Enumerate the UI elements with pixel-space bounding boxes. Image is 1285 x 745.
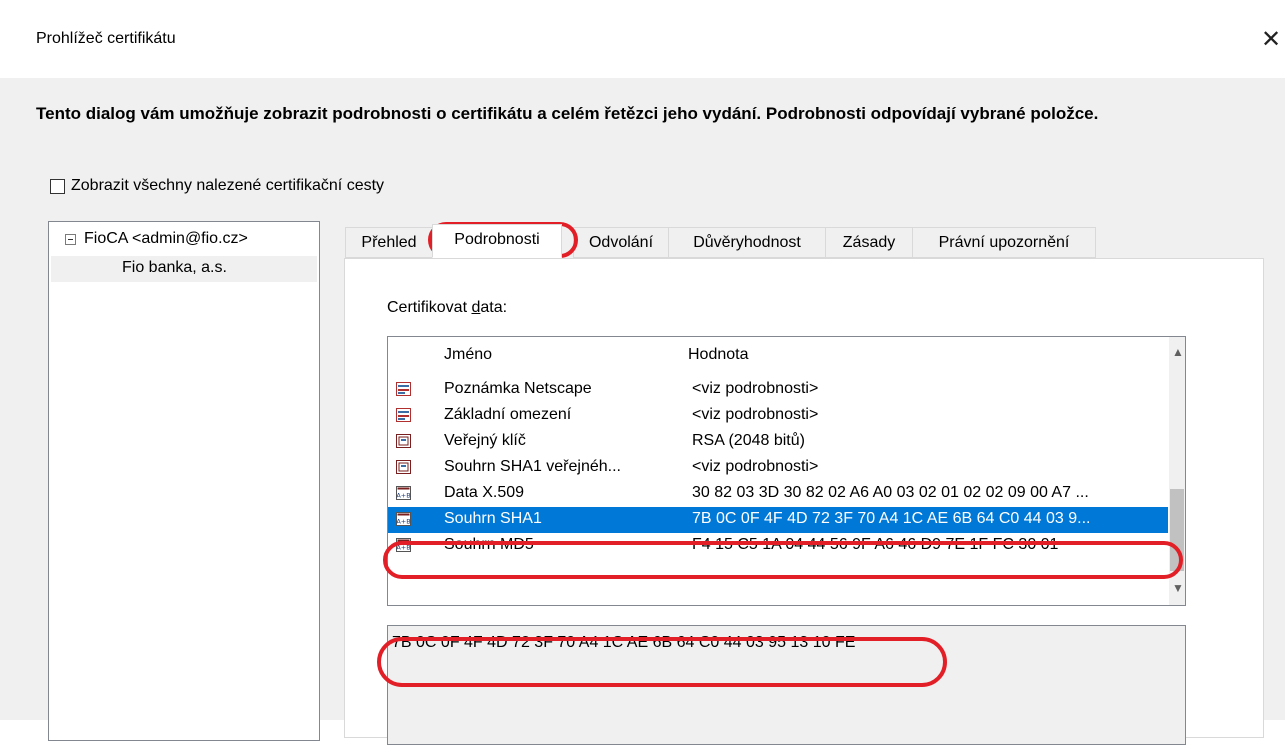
tree-item-child[interactable]: Fio banka, a.s. <box>51 256 317 282</box>
certificate-fields-list[interactable]: Jméno Hodnota Poznámka Netscape <viz pod… <box>387 336 1186 606</box>
certificate-data-label: Certifikovat data: <box>387 299 508 316</box>
show-all-paths-option[interactable]: Zobrazit všechny nalezené certifikační c… <box>50 176 384 196</box>
binary-icon: A+B <box>396 512 411 526</box>
key-icon <box>396 460 411 474</box>
svg-text:A+B: A+B <box>396 518 410 526</box>
column-header-name[interactable]: Jméno <box>444 346 492 364</box>
certificate-chain-tree[interactable]: FioCA <admin@fio.cz> Fio banka, a.s. <box>48 221 320 741</box>
tree-item-child-label[interactable]: Fio banka, a.s. <box>122 259 227 277</box>
tree-item-root[interactable]: FioCA <admin@fio.cz> <box>65 230 248 248</box>
tab-legal-notice[interactable]: Právní upozornění <box>912 227 1096 258</box>
show-all-paths-label[interactable]: Zobrazit všechny nalezené certifikační c… <box>71 177 384 195</box>
svg-text:A+B: A+B <box>396 544 410 552</box>
scroll-down-icon[interactable]: ▼ <box>1172 581 1184 595</box>
list-item[interactable]: A+B Data X.509 30 82 03 3D 30 82 02 A6 A… <box>388 481 1168 507</box>
tab-overview[interactable]: Přehled <box>345 227 433 258</box>
show-all-paths-checkbox[interactable] <box>50 178 65 194</box>
key-icon <box>396 434 411 448</box>
list-item[interactable]: Základní omezení <viz podrobnosti> <box>388 403 1168 429</box>
field-value-text[interactable]: 7B 0C 0F 4F 4D 72 3F 70 A4 1C AE 6B 64 C… <box>392 634 855 652</box>
intro-text: Tento dialog vám umožňuje zobrazit podro… <box>36 104 1099 123</box>
close-icon[interactable]: ✕ <box>1254 26 1285 56</box>
scroll-up-icon[interactable]: ▲ <box>1172 345 1184 359</box>
binary-icon: A+B <box>396 486 411 500</box>
extension-icon <box>396 408 411 422</box>
list-header: Jméno Hodnota <box>388 337 1168 374</box>
column-header-value[interactable]: Hodnota <box>688 346 749 364</box>
list-item-selected[interactable]: A+B Souhrn SHA1 7B 0C 0F 4F 4D 72 3F 70 … <box>388 507 1168 533</box>
title-bar: Prohlížeč certifikátu ✕ <box>0 0 1285 78</box>
details-panel: Certifikovat data: Jméno Hodnota Poznámk… <box>344 258 1264 745</box>
tab-policies[interactable]: Zásady <box>825 227 913 258</box>
list-item[interactable]: A+B Souhrn MD5 F4 15 C5 1A 04 44 56 9F A… <box>388 533 1168 559</box>
svg-text:A+B: A+B <box>396 492 410 500</box>
scrollbar-thumb[interactable] <box>1170 489 1184 571</box>
list-item[interactable]: Poznámka Netscape <viz podrobnosti> <box>388 377 1168 403</box>
tree-item-root-label[interactable]: FioCA <admin@fio.cz> <box>84 230 248 248</box>
list-item[interactable]: Veřejný klíč RSA (2048 bitů) <box>388 429 1168 455</box>
collapse-icon[interactable] <box>65 233 76 245</box>
window-title: Prohlížeč certifikátu <box>36 30 176 47</box>
field-value-box[interactable]: 7B 0C 0F 4F 4D 72 3F 70 A4 1C AE 6B 64 C… <box>387 625 1186 745</box>
dialog-content: Tento dialog vám umožňuje zobrazit podro… <box>0 78 1285 745</box>
binary-icon: A+B <box>396 538 411 552</box>
tab-details[interactable]: Podrobnosti <box>432 224 562 258</box>
tab-trust[interactable]: Důvěryhodnost <box>668 227 826 258</box>
list-scrollbar[interactable]: ▲ ▼ <box>1169 337 1185 605</box>
list-item[interactable]: Souhrn SHA1 veřejnéh... <viz podrobnosti… <box>388 455 1168 481</box>
extension-icon <box>396 382 411 396</box>
tab-revocation[interactable]: Odvolání <box>573 227 669 258</box>
